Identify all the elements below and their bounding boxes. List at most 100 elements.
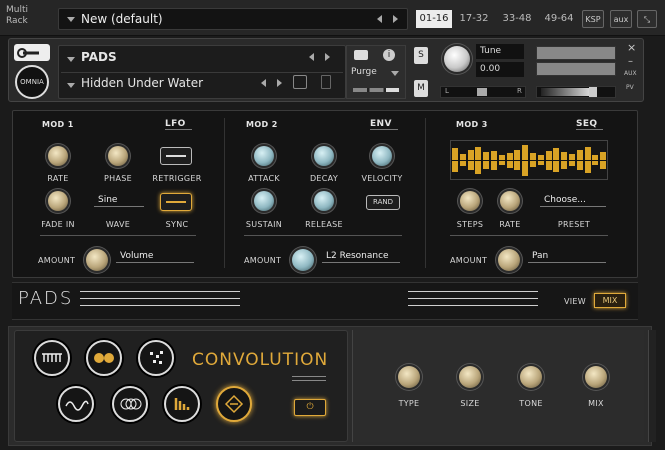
info-icon[interactable]: i (383, 49, 395, 61)
steps-knob[interactable] (460, 191, 480, 211)
rack-name-box[interactable]: New (default) (58, 8, 408, 30)
divider (408, 298, 538, 299)
filter-comb-icon[interactable] (34, 340, 70, 376)
purge-menu[interactable]: Purge (351, 67, 377, 77)
snapshot-panel: i Purge (346, 45, 406, 99)
mod1-target-dropdown[interactable]: Volume (116, 250, 194, 263)
mod1-phase-label: PHASE (104, 174, 132, 183)
divider (292, 380, 326, 381)
mod1-type-menu[interactable]: LFO (165, 119, 192, 130)
bitcrush-icon[interactable] (138, 340, 174, 376)
level-meter-left (536, 46, 616, 60)
mod2-amount-knob[interactable] (292, 249, 314, 271)
release-knob[interactable] (314, 191, 334, 211)
steps-label: STEPS (456, 220, 484, 229)
tune-knob[interactable] (444, 46, 470, 72)
wave-label: WAVE (105, 220, 131, 229)
mod3-type-menu[interactable]: SEQ (576, 119, 604, 130)
minimize-icon[interactable]: ⤡ (637, 10, 657, 28)
decay-knob[interactable] (314, 146, 334, 166)
rack-menu-icon[interactable] (67, 17, 75, 22)
mod1-amount-knob[interactable] (86, 249, 108, 271)
step-sequencer[interactable] (450, 140, 608, 180)
volume-slider[interactable] (536, 86, 616, 98)
close-icon[interactable]: × (627, 41, 636, 54)
mute-button[interactable]: M (414, 80, 428, 97)
tone-label: TONE (519, 399, 543, 408)
type-knob[interactable] (398, 366, 420, 388)
tab-33-48[interactable]: 33-48 (498, 10, 536, 28)
tune-value[interactable]: 0.00 (476, 62, 524, 77)
next-bank-icon[interactable] (325, 53, 330, 61)
save-icon[interactable] (293, 75, 307, 89)
rand-button[interactable]: RAND (366, 195, 400, 210)
preset-name[interactable]: Hidden Under Water (81, 76, 203, 90)
scrollbar[interactable] (648, 330, 656, 442)
type-label: TYPE (398, 399, 420, 408)
tab-49-64[interactable]: 49-64 (540, 10, 578, 28)
tab-17-32[interactable]: 17-32 (456, 10, 492, 28)
tab-01-16[interactable]: 01-16 (416, 10, 452, 28)
sync-button[interactable] (160, 193, 192, 211)
mod1-title: MOD 1 (42, 120, 74, 129)
volume-fill (541, 88, 591, 96)
next-rack-icon[interactable] (393, 15, 398, 23)
mod1-phase-knob[interactable] (108, 146, 128, 166)
mod3-target-dropdown[interactable]: Pan (528, 250, 606, 263)
convolution-icon[interactable] (216, 386, 252, 422)
decay-label: DECAY (309, 174, 339, 183)
retrigger-button[interactable] (160, 147, 192, 165)
pv-label[interactable]: PV (626, 84, 634, 91)
divider (408, 291, 538, 292)
release-label: RELEASE (305, 220, 343, 229)
solo-button[interactable]: S (414, 47, 428, 64)
wave-dropdown[interactable]: Sine (94, 194, 144, 207)
power-icon[interactable]: ⏻ (294, 399, 326, 416)
level-meter-right (536, 62, 616, 76)
wrench-icon[interactable] (14, 44, 50, 61)
velocity-knob[interactable] (372, 146, 392, 166)
mod3-rate-knob[interactable] (500, 191, 520, 211)
modulation-wave-icon[interactable] (58, 386, 94, 422)
prev-rack-icon[interactable] (377, 15, 382, 23)
pan-handle[interactable] (477, 88, 487, 96)
ksp-button[interactable]: KSP (582, 10, 604, 28)
next-preset-icon[interactable] (277, 79, 282, 87)
aux-button[interactable]: aux (610, 10, 632, 28)
mix-knob[interactable] (585, 366, 607, 388)
mix-view-button[interactable]: MIX (594, 293, 626, 308)
mod1-fade-in-knob[interactable] (48, 191, 68, 211)
effect-title: CONVOLUTION (192, 350, 329, 370)
sustain-knob[interactable] (254, 191, 274, 211)
prev-bank-icon[interactable] (309, 53, 314, 61)
eq-bars-icon[interactable] (164, 386, 200, 422)
attack-knob[interactable] (254, 146, 274, 166)
divider (425, 118, 426, 268)
collapse-icon[interactable]: – (628, 56, 633, 67)
preset-menu-icon[interactable] (67, 83, 75, 88)
divider (80, 305, 240, 306)
purge-chevron-icon[interactable] (391, 71, 399, 76)
multi-rack-label: Multi Rack (6, 5, 28, 26)
size-knob[interactable] (459, 366, 481, 388)
divider (61, 72, 343, 73)
mod1-fade-in-label: FADE IN (41, 220, 75, 229)
pan-right-label: R (517, 87, 522, 95)
tone-knob[interactable] (520, 366, 542, 388)
prev-preset-icon[interactable] (261, 79, 266, 87)
mod1-rate-knob[interactable] (48, 146, 68, 166)
mod2-type-menu[interactable]: ENV (370, 119, 398, 130)
mod2-target-dropdown[interactable]: L2 Resonance (322, 250, 400, 263)
seq-preset-dropdown[interactable]: Choose... (540, 194, 606, 207)
pan-slider[interactable]: L R (440, 86, 526, 98)
bank-menu-icon[interactable] (67, 57, 75, 62)
volume-handle[interactable] (589, 87, 597, 97)
seq-preset-label: PRESET (557, 220, 591, 229)
preset-bank[interactable]: PADS (81, 50, 117, 64)
mod3-amount-knob[interactable] (498, 249, 520, 271)
chorus-icon[interactable] (112, 386, 148, 422)
delete-icon[interactable] (321, 75, 331, 89)
camera-icon[interactable] (354, 50, 368, 60)
tape-icon[interactable] (86, 340, 122, 376)
aux-label[interactable]: AUX (624, 70, 637, 77)
